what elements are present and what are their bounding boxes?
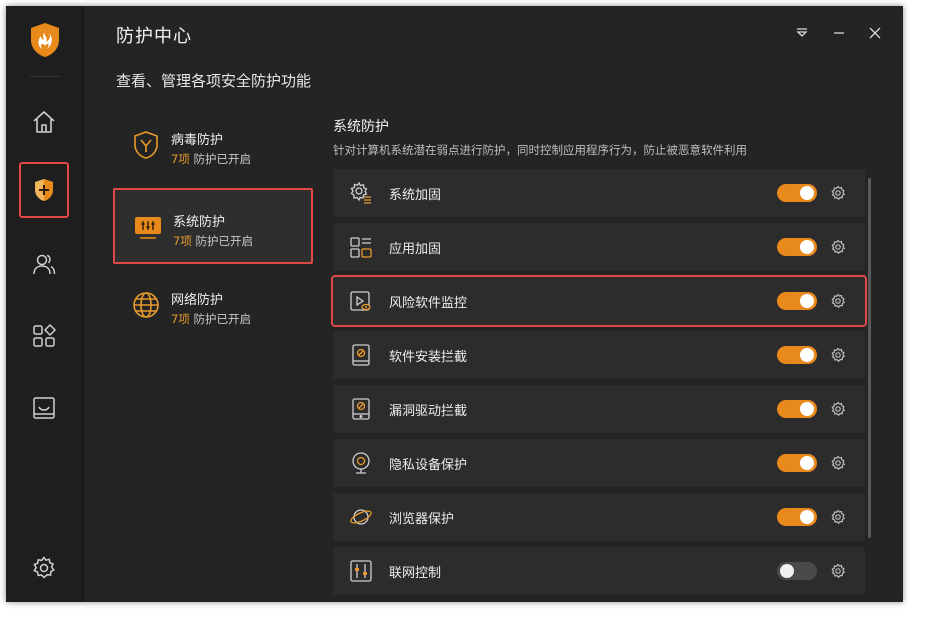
feature-toggle[interactable] [777,562,817,580]
virus-shield-icon [134,131,158,159]
shield-plus-icon [35,179,53,201]
category-title: 系统防护 [173,215,226,230]
toggle-knob [800,348,814,362]
scrollbar[interactable] [868,178,871,538]
users-icon [33,254,56,275]
minimize-button[interactable] [826,20,852,46]
feature-toggle[interactable] [777,184,817,202]
close-icon [869,27,881,39]
category-title: 网络防护 [171,293,224,308]
gear-icon[interactable] [830,509,846,525]
toggle-knob [800,402,814,416]
feature-toggle[interactable] [777,508,817,526]
category-network-protection[interactable]: 网络防护 7项 防护已开启 [113,268,313,344]
network-control-icon [350,560,372,582]
webcam-icon [352,452,370,474]
feature-label: 漏洞驱动拦截 [389,404,468,419]
toggle-knob [800,456,814,470]
feature-toggle[interactable] [777,454,817,472]
feature-toggle[interactable] [777,346,817,364]
gear-icon[interactable] [830,293,846,309]
feature-row-install-block: 软件安装拦截 [333,331,865,379]
home-icon [33,111,55,133]
feature-row-privacy-device: 隐私设备保护 [333,439,865,487]
feature-row-system-hardening: 系统加固 [333,169,865,217]
toggle-knob [800,294,814,308]
dropdown-menu-icon [796,28,808,37]
feature-label: 联网控制 [389,566,442,581]
toggle-knob [800,186,814,200]
driver-block-icon [352,398,370,420]
nav-rail [6,6,84,602]
feature-label: 应用加固 [389,242,442,257]
category-system-protection[interactable]: 系统防护 7项 防护已开启 [113,188,313,264]
feature-label: 隐私设备保护 [389,458,468,473]
globe-icon [133,292,159,318]
inbox-icon [33,397,55,419]
category-status: 7项 防护已开启 [171,312,251,326]
nav-settings-button[interactable] [19,540,69,596]
feature-row-driver-block: 漏洞驱动拦截 [333,385,865,433]
category-virus-protection[interactable]: 病毒防护 7项 防护已开启 [113,108,313,184]
nav-users-button[interactable] [19,236,69,292]
nav-inbox-button[interactable] [19,380,69,436]
page-title: 防护中心 [116,26,192,47]
gear-icon[interactable] [830,455,846,471]
nav-home-button[interactable] [19,94,69,150]
install-block-icon [352,344,370,366]
minimize-icon [834,32,844,34]
app-window: 防护中心 查看、管理各项安全防护功能 病毒防护 7项 防护已开启 系统防护 7项… [6,6,903,602]
scrollbar-thumb[interactable] [868,178,871,538]
page-subtitle: 查看、管理各项安全防护功能 [116,72,312,90]
feature-toggle[interactable] [777,292,817,310]
feature-label: 系统加固 [389,188,442,203]
system-panel-icon [135,217,161,239]
feature-row-app-hardening: 应用加固 [333,223,865,271]
section-description: 针对计算机系统潜在弱点进行防护，同时控制应用程序行为，防止被恶意软件利用 [333,143,747,157]
app-logo-icon [29,22,61,58]
feature-toggle[interactable] [777,400,817,418]
feature-row-network-control: 联网控制 [333,547,865,595]
gear-icon[interactable] [830,239,846,255]
feature-label: 软件安装拦截 [389,350,468,365]
rail-divider [30,76,60,77]
toggle-knob [800,510,814,524]
feature-toggle[interactable] [777,238,817,256]
category-title: 病毒防护 [171,133,224,148]
browser-icon [350,509,372,525]
nav-protection-button[interactable] [19,162,69,218]
toggle-knob [800,240,814,254]
feature-row-browser-protection: 浏览器保护 [333,493,865,541]
gear-icon[interactable] [830,347,846,363]
risk-monitor-icon [350,291,371,311]
category-status: 7项 防护已开启 [173,234,253,248]
toggle-knob [780,564,794,578]
settings-icon [33,556,55,579]
gear-icon[interactable] [830,563,846,579]
gear-icon[interactable] [830,185,846,201]
gear-icon[interactable] [830,401,846,417]
apps-icon [33,323,57,347]
nav-apps-button[interactable] [19,308,69,364]
feature-label: 浏览器保护 [389,512,455,527]
close-button[interactable] [862,20,888,46]
menu-dropdown-button[interactable] [789,20,815,46]
category-status: 7项 防护已开启 [171,152,251,166]
feature-row-risk-software-monitor: 风险软件监控 [331,275,867,327]
section-title: 系统防护 [333,119,389,135]
app-hardening-icon [350,237,372,258]
feature-label: 风险软件监控 [389,296,468,311]
system-hardening-icon [350,181,371,204]
